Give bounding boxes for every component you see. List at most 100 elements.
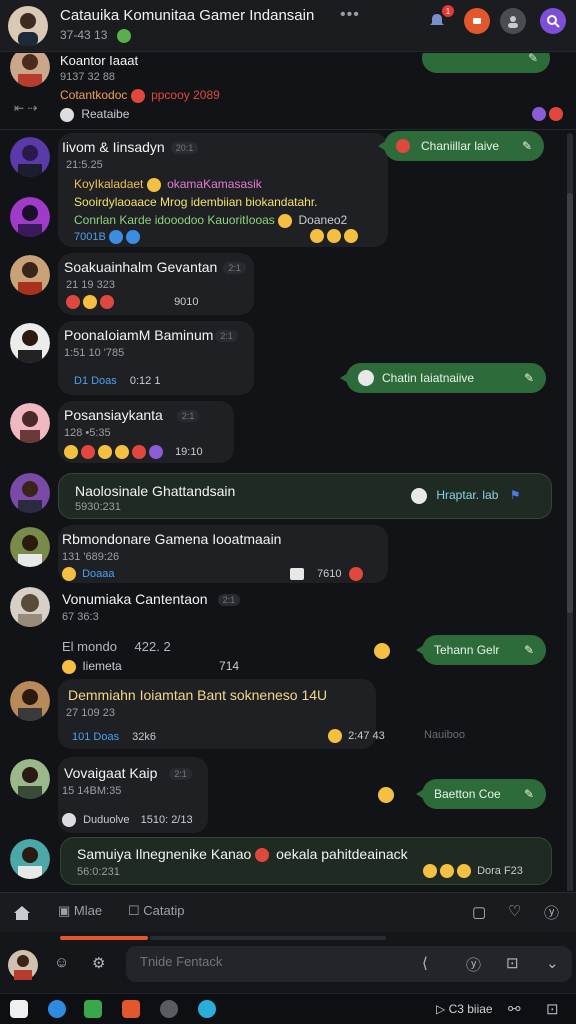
- attachment-icon: [290, 568, 304, 580]
- reply-icon: [60, 107, 74, 122]
- message-text: Cotantkodoc ppcooy 2089: [60, 88, 220, 103]
- sender-name-text: Vonumiaka Cantentaon: [62, 591, 208, 607]
- profile-icon[interactable]: [500, 8, 526, 34]
- message-feed[interactable]: Koantor Iaaat 9137 32 88 Cotantkodoc ppc…: [0, 53, 576, 891]
- message-bubble[interactable]: Naolosinale Ghattandsain 5930:231 Hrapta…: [58, 473, 552, 519]
- message-time: 21 19 323: [66, 279, 115, 291]
- reaction-emoji-icon[interactable]: [378, 787, 394, 803]
- message-input[interactable]: [140, 954, 410, 969]
- user-avatar[interactable]: [10, 137, 50, 177]
- store-icon[interactable]: [122, 1000, 140, 1018]
- flag-icon: ⚑: [509, 488, 521, 503]
- info-icon[interactable]: ⓨ: [544, 902, 559, 923]
- self-avatar[interactable]: [8, 950, 38, 980]
- more-icon[interactable]: •••: [340, 6, 360, 24]
- music-icon[interactable]: [160, 1000, 178, 1018]
- chevron-down-icon[interactable]: ⌄: [546, 954, 559, 972]
- progress-track: [150, 936, 386, 940]
- user-avatar[interactable]: [10, 587, 50, 627]
- message-bubble[interactable]: Samuiya Ilnegnenike Kanao oekala pahitde…: [60, 837, 552, 885]
- mention-icon[interactable]: ⓨ: [466, 954, 481, 975]
- notification-center-icon[interactable]: ⊡: [546, 1000, 559, 1018]
- user-avatar[interactable]: [10, 197, 50, 237]
- user-avatar[interactable]: [10, 323, 50, 363]
- message-bubble[interactable]: Soakuainhalm Gevantan 2:1 21 19 323 9010: [58, 253, 254, 315]
- meta-text: 1510: 2/13: [140, 813, 193, 826]
- inbox-icon[interactable]: ⊡: [506, 954, 519, 972]
- message-row: Demmiahn Ioiamtan Bant sokneneso 14U 27 …: [0, 679, 576, 751]
- media-tab[interactable]: ▣ Mlae: [58, 903, 102, 919]
- start-icon[interactable]: [10, 1000, 28, 1018]
- reply-line[interactable]: Reataibe: [60, 107, 129, 122]
- reaction-emojis[interactable]: [310, 227, 361, 245]
- message-bubble[interactable]: Rbmondonare Gamena Iooatmaain 131 '689:2…: [58, 525, 388, 583]
- user-avatar[interactable]: [10, 839, 50, 879]
- scrollbar-thumb[interactable]: [567, 193, 573, 613]
- message-row: Soakuainhalm Gevantan 2:1 21 19 323 9010: [0, 253, 576, 317]
- search-icon[interactable]: [540, 8, 566, 34]
- notification-icon[interactable]: 1: [424, 5, 454, 34]
- emoji-icon: [348, 567, 363, 581]
- message-bubble[interactable]: Iivom & Iinsadyn 20:1 21:5.25 KoyIkaladae…: [58, 133, 388, 247]
- meta-text: 7001B: [74, 230, 106, 243]
- user-avatar[interactable]: [10, 527, 50, 567]
- system-taskbar: ▷ C3 biiae ⚯ ⊡: [0, 993, 576, 1024]
- action-button-3[interactable]: Tehann Gelr ✎: [416, 635, 546, 665]
- game-icon[interactable]: ⚙: [92, 954, 105, 972]
- tray-label[interactable]: ▷ C3 biiae: [436, 1002, 493, 1016]
- record-icon[interactable]: [464, 8, 490, 34]
- message-time: 27 109 23: [66, 707, 115, 719]
- action-label: Chatin Iaiatnaiive: [382, 371, 475, 385]
- home-icon[interactable]: [12, 903, 32, 923]
- member-pill: 2:1: [169, 768, 192, 781]
- sticker-icon[interactable]: ☺: [54, 954, 69, 971]
- message-composer[interactable]: ⟨ ⓨ ⊡ ⌄: [126, 946, 572, 982]
- action-label: Baetton Coe: [434, 787, 501, 801]
- chat-tab-label: Catatip: [143, 903, 185, 918]
- emoji-icon: [396, 139, 410, 153]
- message-bubble[interactable]: Demmiahn Ioiamtan Bant sokneneso 14U 27 …: [58, 679, 385, 749]
- files-icon[interactable]: [84, 1000, 102, 1018]
- progress-bar: [60, 936, 148, 940]
- pin-icon[interactable]: ▢: [472, 903, 486, 921]
- meta-text: 19:10: [175, 445, 203, 458]
- chat-bubble-icon: ☐: [128, 903, 140, 918]
- action-button-4[interactable]: Baetton Coe ✎: [416, 779, 546, 809]
- reaction-button[interactable]: ✎: [422, 53, 550, 73]
- image-icon: ▣: [58, 903, 71, 918]
- user-avatar[interactable]: [10, 681, 50, 721]
- message-bubble[interactable]: Vovaigaat Kaip 2:1 15 14BM:35 Duduolve 15…: [58, 757, 208, 833]
- user-avatar[interactable]: [10, 759, 50, 799]
- message-bubble[interactable]: PoonaIoiamM Baminum 2:1 1:51 10 '785 D1 D…: [58, 321, 254, 395]
- message-text-part: KoyIkaladaet: [74, 177, 144, 191]
- reply-label[interactable]: Hraptar. lab ⚑: [411, 488, 521, 504]
- browser-icon[interactable]: [48, 1000, 66, 1018]
- network-icon[interactable]: ⚯: [508, 1000, 521, 1018]
- user-avatar[interactable]: [10, 473, 50, 513]
- message-meta: 9010: [66, 295, 199, 309]
- app-icon[interactable]: [198, 1000, 216, 1018]
- reaction-emoji-icon[interactable]: [374, 643, 390, 659]
- message-bubble[interactable]: Posansiaykanta 2:1 128 •5:35 19:10: [58, 401, 234, 463]
- bubble-tail: [416, 645, 424, 655]
- emoji-icon: [423, 864, 437, 878]
- action-button-1[interactable]: Chaniillar laive ✎: [378, 131, 544, 161]
- user-mini-avatar: [358, 370, 374, 386]
- group-avatar[interactable]: [8, 6, 48, 46]
- message-line: Iiemeta 714: [62, 659, 239, 674]
- reply-arrows-icon[interactable]: ⇤ ⇢: [14, 101, 37, 115]
- notification-badge: 1: [442, 5, 454, 17]
- message-time: 5930:231: [75, 501, 121, 513]
- message-row: Iivom & Iinsadyn 20:1 21:5.25 KoyIkaladae…: [0, 131, 576, 253]
- sender-name: PoonaIoiamM Baminum 2:1: [64, 327, 238, 343]
- sender-name-text: oekala pahitdeainack: [276, 846, 408, 862]
- user-avatar[interactable]: [10, 403, 50, 443]
- action-button-2[interactable]: Chatin Iaiatnaiive ✎: [340, 363, 546, 393]
- chat-tab[interactable]: ☐ Catatip: [128, 903, 184, 919]
- send-icon[interactable]: ⟨: [422, 954, 428, 972]
- user-avatar[interactable]: [10, 255, 50, 295]
- reaction-emoji-icon: [532, 105, 566, 123]
- user-avatar[interactable]: [10, 53, 50, 87]
- heart-icon[interactable]: ♡: [508, 902, 521, 920]
- message-text-part: Cotantkodoc: [60, 88, 128, 102]
